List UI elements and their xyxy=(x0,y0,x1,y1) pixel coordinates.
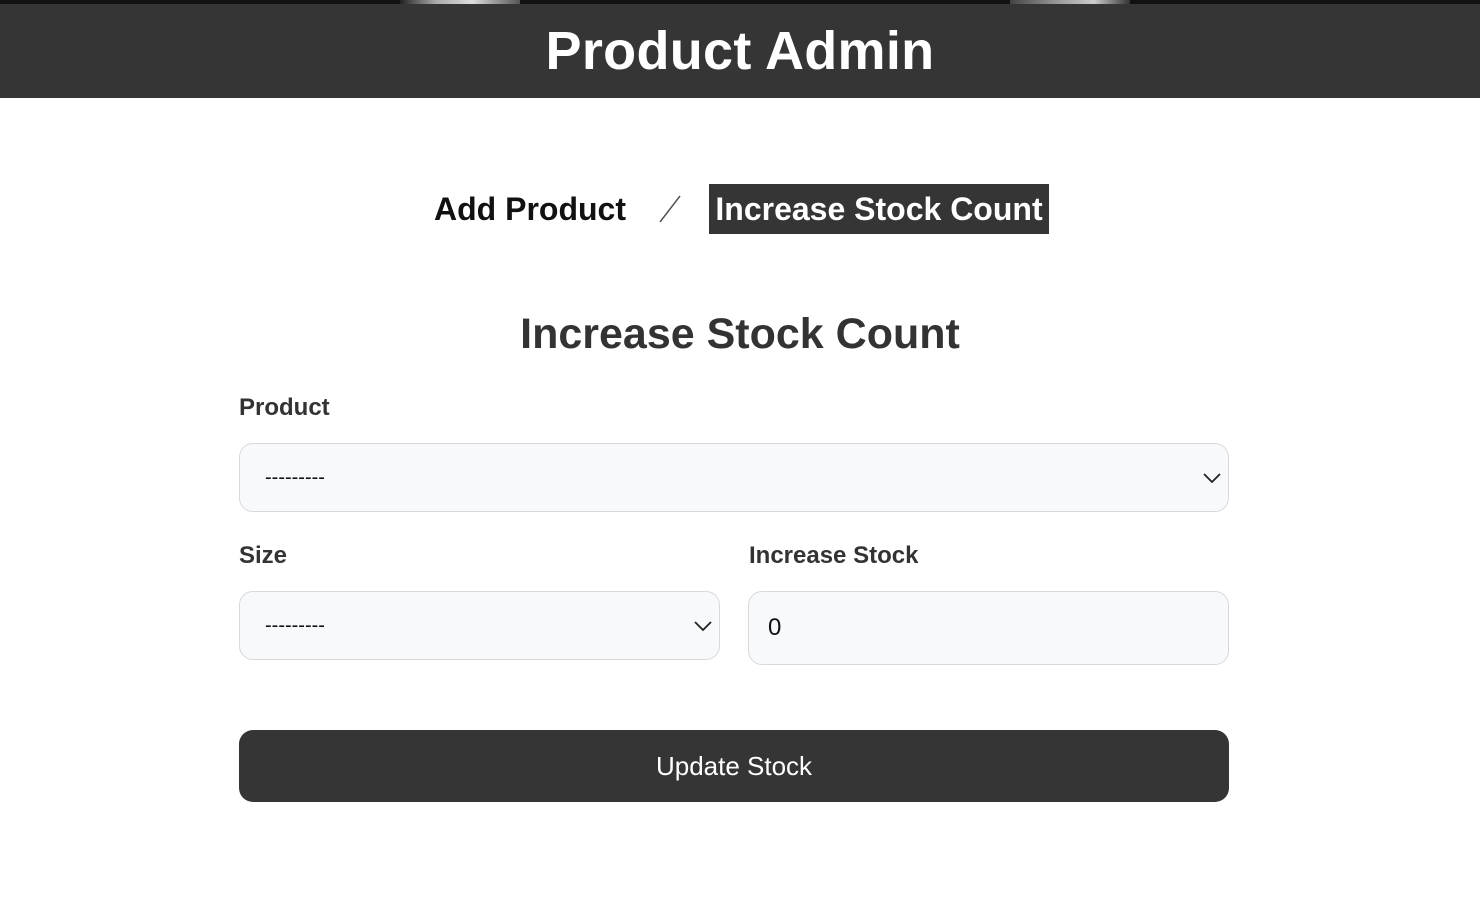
size-select[interactable]: --------- xyxy=(239,591,720,660)
app-header: Product Admin xyxy=(0,0,1480,98)
size-select-value: --------- xyxy=(265,614,325,636)
chevron-down-icon xyxy=(1203,472,1221,483)
header-decoration xyxy=(1010,0,1130,4)
product-select[interactable]: --------- xyxy=(239,443,1229,512)
app-title: Product Admin xyxy=(545,21,935,81)
update-stock-button[interactable]: Update Stock xyxy=(239,730,1229,802)
header-decoration xyxy=(400,0,520,4)
chevron-down-icon xyxy=(694,620,712,631)
admin-tabs: Add Product Increase Stock Count xyxy=(0,184,1480,234)
tab-add-product[interactable]: Add Product xyxy=(434,184,626,234)
product-label: Product xyxy=(239,394,330,421)
tab-increase-stock-count[interactable]: Increase Stock Count xyxy=(709,184,1049,234)
tab-separator-icon xyxy=(659,195,681,223)
product-select-value: --------- xyxy=(265,466,325,488)
size-label: Size xyxy=(239,542,288,569)
form-title: Increase Stock Count xyxy=(520,310,960,358)
increase-stock-label: Increase Stock xyxy=(749,542,919,569)
increase-stock-input[interactable] xyxy=(748,591,1229,665)
